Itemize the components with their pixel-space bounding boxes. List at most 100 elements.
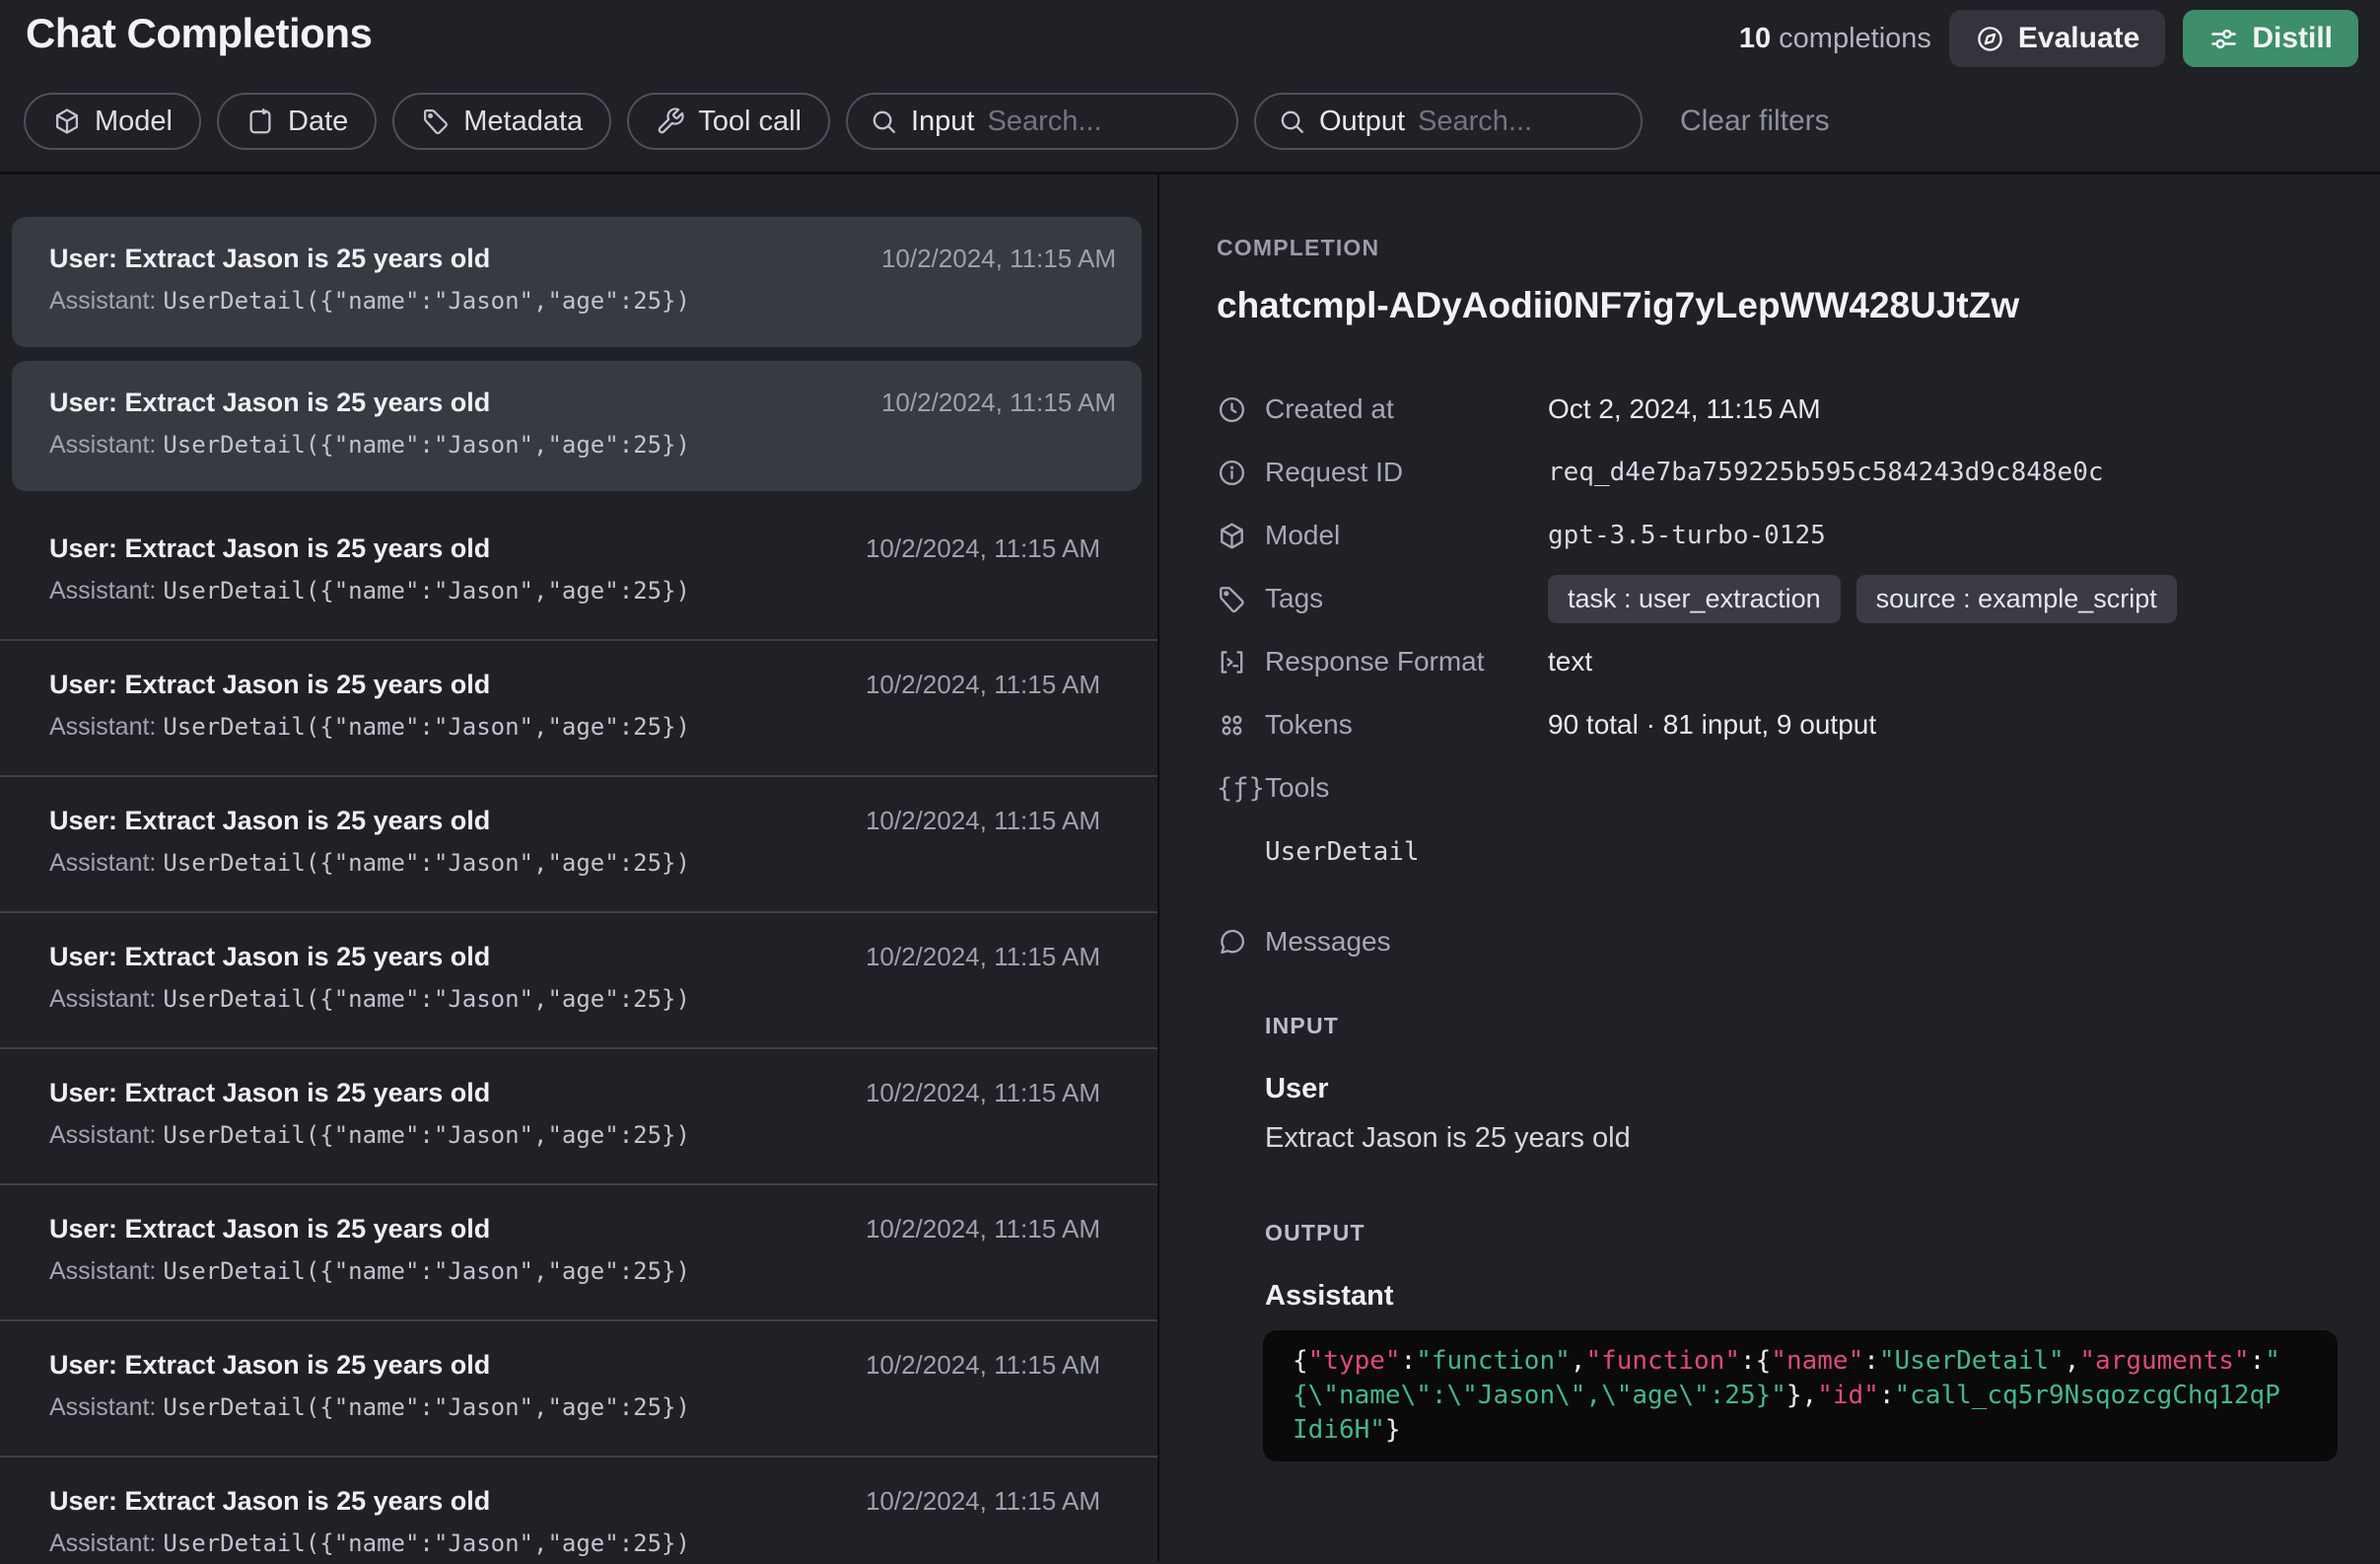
item-assistant-code: UserDetail({"name":"Jason","age":25}) bbox=[163, 985, 690, 1013]
item-title-row: User: Extract Jason is 25 years old 10/2… bbox=[49, 1485, 1100, 1517]
item-assistant-prefix: Assistant: bbox=[49, 431, 163, 459]
item-assistant-prefix: Assistant: bbox=[49, 1529, 163, 1557]
item-assistant-prefix: Assistant: bbox=[49, 287, 163, 315]
item-assistant-row: Assistant: UserDetail({"name":"Jason","a… bbox=[49, 1120, 1100, 1154]
item-assistant-prefix: Assistant: bbox=[49, 713, 163, 741]
clock-icon bbox=[1217, 394, 1250, 425]
item-timestamp: 10/2/2024, 11:15 AM bbox=[866, 805, 1100, 836]
item-assistant-prefix: Assistant: bbox=[49, 1257, 163, 1285]
item-user-text: User: Extract Jason is 25 years old bbox=[49, 243, 490, 274]
filter-tool-call[interactable]: Tool call bbox=[627, 93, 830, 150]
item-assistant-row: Assistant: UserDetail({"name":"Jason","a… bbox=[49, 286, 1116, 320]
tokens-value: 90 total · 81 input, 9 output bbox=[1548, 709, 1876, 741]
page-title: Chat Completions bbox=[26, 10, 372, 57]
evaluate-button-label: Evaluate bbox=[2018, 22, 2139, 55]
messages-header: Messages bbox=[1217, 922, 2341, 961]
item-assistant-prefix: Assistant: bbox=[49, 1121, 163, 1149]
meta-row-tokens: Tokens 90 total · 81 input, 9 output bbox=[1217, 693, 2341, 756]
item-assistant-code: UserDetail({"name":"Jason","age":25}) bbox=[163, 1529, 690, 1557]
response-format-value: text bbox=[1548, 646, 1592, 677]
filter-metadata[interactable]: Metadata bbox=[392, 93, 611, 150]
page-header: Chat Completions 10 completions Evaluate… bbox=[0, 0, 2380, 175]
item-assistant-row: Assistant: UserDetail({"name":"Jason","a… bbox=[49, 1528, 1100, 1561]
input-search-label: Input bbox=[911, 106, 975, 138]
completion-list-item[interactable]: User: Extract Jason is 25 years old 10/2… bbox=[0, 1047, 1157, 1183]
completions-count-label: completions bbox=[1779, 23, 1931, 54]
item-title-row: User: Extract Jason is 25 years old 10/2… bbox=[49, 243, 1116, 274]
item-timestamp: 10/2/2024, 11:15 AM bbox=[866, 669, 1100, 700]
completion-list-item[interactable]: User: Extract Jason is 25 years old 10/2… bbox=[12, 217, 1142, 347]
request-id-value: req_d4e7ba759225b595c584243d9c848e0c bbox=[1548, 458, 2104, 487]
output-search-pill[interactable]: Output bbox=[1254, 93, 1643, 150]
item-title-row: User: Extract Jason is 25 years old 10/2… bbox=[49, 1349, 1100, 1381]
item-timestamp: 10/2/2024, 11:15 AM bbox=[866, 1077, 1100, 1108]
item-timestamp: 10/2/2024, 11:15 AM bbox=[881, 243, 1116, 274]
item-assistant-row: Assistant: UserDetail({"name":"Jason","a… bbox=[49, 576, 1100, 609]
item-user-text: User: Extract Jason is 25 years old bbox=[49, 805, 490, 836]
evaluate-button[interactable]: Evaluate bbox=[1949, 10, 2165, 67]
item-title-row: User: Extract Jason is 25 years old 10/2… bbox=[49, 1213, 1100, 1244]
meta-row-response-format: Response Format text bbox=[1217, 630, 2341, 693]
meta-label: Tools bbox=[1265, 772, 1548, 804]
item-timestamp: 10/2/2024, 11:15 AM bbox=[881, 387, 1116, 418]
item-timestamp: 10/2/2024, 11:15 AM bbox=[866, 941, 1100, 972]
item-user-text: User: Extract Jason is 25 years old bbox=[49, 1077, 490, 1108]
meta-label: Request ID bbox=[1265, 457, 1548, 488]
terminal-icon bbox=[1217, 647, 1250, 677]
item-assistant-code: UserDetail({"name":"Jason","age":25}) bbox=[163, 1393, 690, 1421]
tag-icon bbox=[421, 107, 451, 136]
completion-list-item[interactable]: User: Extract Jason is 25 years old 10/2… bbox=[0, 1183, 1157, 1319]
filter-model-label: Model bbox=[95, 106, 173, 138]
item-user-text: User: Extract Jason is 25 years old bbox=[49, 669, 490, 700]
completion-detail-panel: COMPLETION chatcmpl-ADyAodii0NF7ig7yLepW… bbox=[1159, 175, 2380, 1561]
output-role: Assistant bbox=[1265, 1280, 2341, 1313]
input-heading: INPUT bbox=[1265, 1013, 2341, 1039]
completion-list-item[interactable]: User: Extract Jason is 25 years old 10/2… bbox=[0, 1319, 1157, 1456]
chat-bubble-icon bbox=[1217, 927, 1250, 958]
completions-count-number: 10 bbox=[1739, 23, 1771, 54]
item-assistant-row: Assistant: UserDetail({"name":"Jason","a… bbox=[49, 430, 1116, 463]
item-assistant-row: Assistant: UserDetail({"name":"Jason","a… bbox=[49, 1256, 1100, 1290]
filter-date[interactable]: Date bbox=[217, 93, 377, 150]
item-timestamp: 10/2/2024, 11:15 AM bbox=[866, 1213, 1100, 1244]
completion-list-item[interactable]: User: Extract Jason is 25 years old 10/2… bbox=[0, 911, 1157, 1047]
wrench-icon bbox=[656, 107, 685, 136]
item-assistant-row: Assistant: UserDetail({"name":"Jason","a… bbox=[49, 1392, 1100, 1426]
item-assistant-row: Assistant: UserDetail({"name":"Jason","a… bbox=[49, 984, 1100, 1018]
completion-list-item[interactable]: User: Extract Jason is 25 years old 10/2… bbox=[0, 775, 1157, 911]
completion-list-item[interactable]: User: Extract Jason is 25 years old 10/2… bbox=[0, 1456, 1157, 1561]
filter-model[interactable]: Model bbox=[24, 93, 201, 150]
input-search-field[interactable] bbox=[987, 106, 1215, 138]
header-actions: 10 completions Evaluate Distill bbox=[1739, 10, 2358, 67]
completion-list-item[interactable]: User: Extract Jason is 25 years old 10/2… bbox=[12, 361, 1142, 491]
filter-date-label: Date bbox=[288, 106, 348, 138]
completion-id: chatcmpl-ADyAodii0NF7ig7yLepWW428UJtZw bbox=[1217, 283, 2341, 328]
completion-list-item[interactable]: User: Extract Jason is 25 years old 10/2… bbox=[0, 639, 1157, 775]
item-title-row: User: Extract Jason is 25 years old 10/2… bbox=[49, 805, 1100, 836]
model-value: gpt-3.5-turbo-0125 bbox=[1548, 521, 1826, 550]
meta-row-request-id: Request ID req_d4e7ba759225b595c584243d9… bbox=[1217, 441, 2341, 504]
grid-dots-icon bbox=[1217, 710, 1250, 741]
distill-button-label: Distill bbox=[2252, 22, 2333, 55]
item-user-text: User: Extract Jason is 25 years old bbox=[49, 387, 490, 418]
item-timestamp: 10/2/2024, 11:15 AM bbox=[866, 533, 1100, 564]
completion-metadata: Created at Oct 2, 2024, 11:15 AM Request… bbox=[1217, 378, 2341, 819]
tag-icon bbox=[1217, 584, 1250, 614]
output-search-field[interactable] bbox=[1418, 106, 1619, 138]
completion-list-item[interactable]: User: Extract Jason is 25 years old 10/2… bbox=[0, 505, 1157, 639]
item-title-row: User: Extract Jason is 25 years old 10/2… bbox=[49, 941, 1100, 972]
tool-name: UserDetail bbox=[1265, 837, 2341, 867]
completions-count: 10 completions bbox=[1739, 23, 1931, 55]
item-assistant-code: UserDetail({"name":"Jason","age":25}) bbox=[163, 577, 690, 604]
completions-list: User: Extract Jason is 25 years old 10/2… bbox=[0, 175, 1159, 1561]
created-at-value: Oct 2, 2024, 11:15 AM bbox=[1548, 393, 1821, 425]
messages-label: Messages bbox=[1265, 926, 1391, 958]
item-assistant-row: Assistant: UserDetail({"name":"Jason","a… bbox=[49, 712, 1100, 746]
input-search-pill[interactable]: Input bbox=[846, 93, 1238, 150]
sliders-icon bbox=[2208, 24, 2239, 54]
cube-icon bbox=[1217, 521, 1250, 551]
clear-filters-button[interactable]: Clear filters bbox=[1680, 105, 1830, 138]
tags-value: task : user_extractionsource : example_s… bbox=[1548, 575, 2177, 623]
distill-button[interactable]: Distill bbox=[2183, 10, 2358, 67]
meta-label: Response Format bbox=[1265, 646, 1548, 677]
